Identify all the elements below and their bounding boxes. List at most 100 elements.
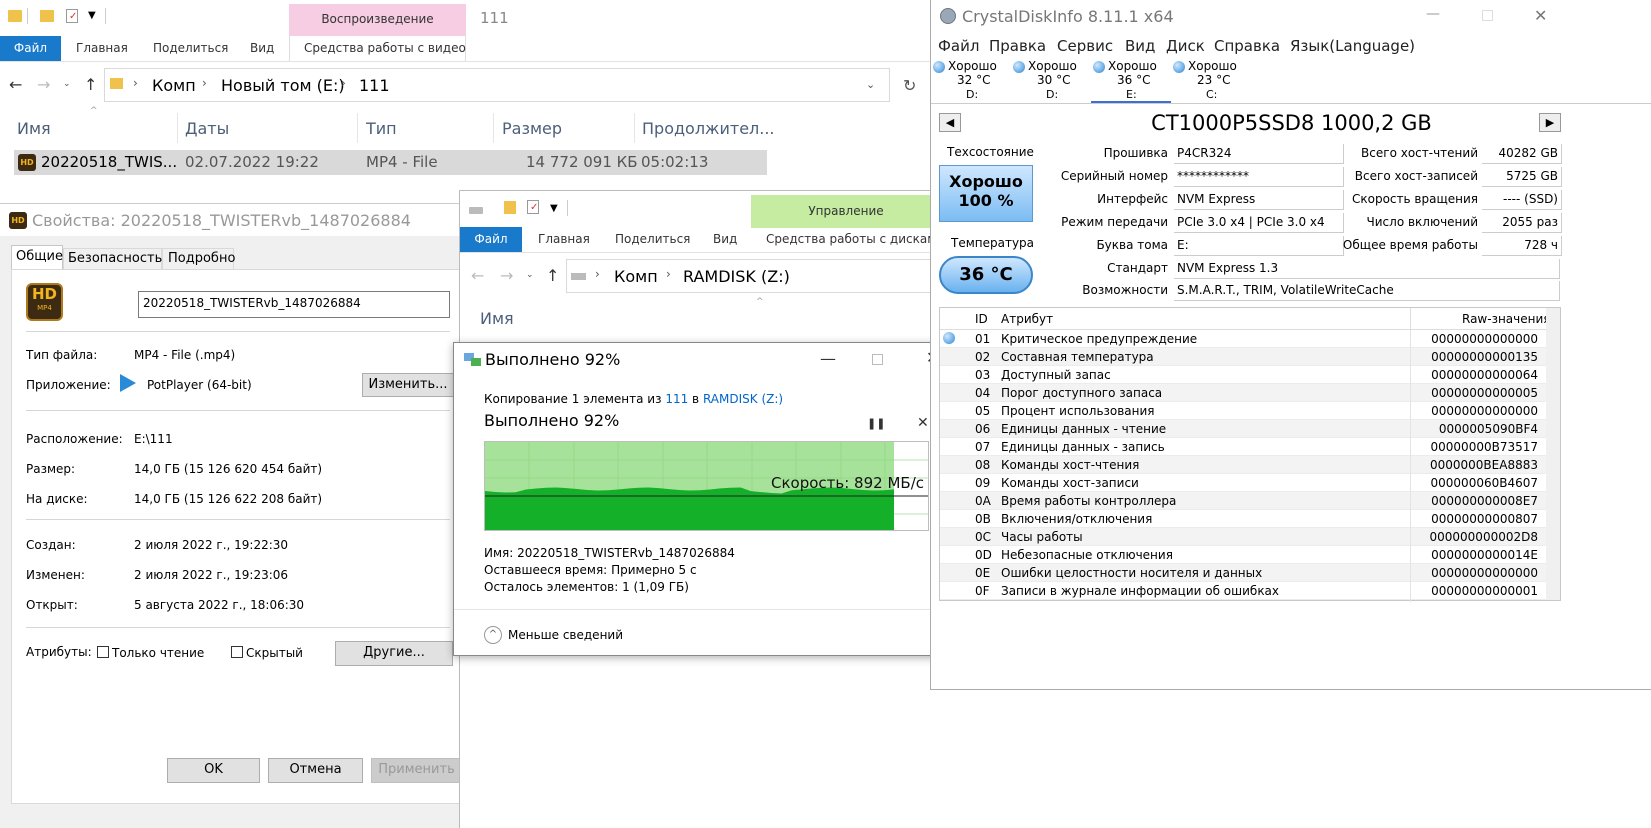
ribbon-tab-home[interactable]: Главная	[538, 232, 590, 246]
breadcrumb-volume-e[interactable]: Новый том (E:)	[221, 76, 345, 95]
column-header-name[interactable]: Имя	[17, 119, 51, 138]
change-app-button[interactable]: Изменить...	[362, 373, 454, 397]
folder-icon[interactable]	[504, 201, 516, 214]
other-attributes-button[interactable]: Другие...	[335, 641, 453, 666]
next-disk-arrow-icon[interactable]: ▶	[1539, 113, 1561, 132]
smart-row[interactable]: 02 Составная температура 00000000000135	[940, 348, 1546, 366]
smart-row[interactable]: 0B Включения/отключения 00000000000807	[940, 510, 1546, 528]
breadcrumb-comp[interactable]: Комп	[614, 267, 658, 286]
address-dropdown-icon[interactable]: ⌄	[866, 78, 875, 91]
status-good-orb-icon	[1173, 61, 1185, 73]
header-attribute[interactable]: Атрибут	[1001, 312, 1053, 326]
drive-letter: E:	[1126, 88, 1137, 101]
smart-row[interactable]: 04 Порог доступного запаса 00000000000005	[940, 384, 1546, 402]
column-header-type[interactable]: Тип	[366, 119, 397, 138]
breadcrumb-folder-111[interactable]: 111	[359, 76, 390, 95]
tab-general-label: Общие	[16, 249, 63, 264]
created-value: 2 июля 2022 г., 19:22:30	[134, 538, 289, 552]
source-folder-link[interactable]: 111	[665, 392, 688, 406]
hidden-checkbox[interactable]: Скрытый	[231, 646, 303, 660]
minimize-icon[interactable]: —	[820, 349, 836, 368]
properties-icon[interactable]: ✓	[66, 9, 78, 23]
column-header-size[interactable]: Размер	[502, 119, 562, 138]
recent-locations-chevron-icon[interactable]: ⌄	[526, 270, 534, 280]
column-header-date[interactable]: Даты	[185, 119, 229, 138]
smart-row[interactable]: 08 Команды хост-чтения 0000000BEA8883	[940, 456, 1546, 474]
back-arrow-icon[interactable]: ←	[471, 266, 484, 285]
tab-security-label: Безопасность	[68, 251, 163, 266]
drive-tab-4[interactable]: Хорошо 23 °C C:	[1171, 59, 1251, 103]
breadcrumb-ramdisk[interactable]: RAMDISK (Z:)	[683, 267, 790, 286]
forward-arrow-icon[interactable]: →	[500, 266, 513, 285]
menu-view[interactable]: Вид	[1125, 37, 1155, 55]
ribbon-tab-share[interactable]: Поделиться	[615, 232, 690, 246]
header-raw[interactable]: Raw-значения	[1462, 312, 1551, 326]
checkbox-box[interactable]	[97, 646, 109, 658]
readonly-checkbox[interactable]: Только чтение	[97, 646, 204, 660]
smart-row[interactable]: 0D Небезопасные отключения 0000000000014E	[940, 546, 1546, 564]
header-id[interactable]: ID	[975, 312, 988, 326]
forward-arrow-icon[interactable]: →	[37, 75, 50, 94]
maximize-icon[interactable]	[872, 354, 883, 365]
refresh-icon[interactable]: ↻	[903, 76, 916, 95]
temperature-label: Температура	[951, 236, 1035, 250]
smart-row[interactable]: 03 Доступный запас 00000000000064	[940, 366, 1546, 384]
ribbon-tab-home[interactable]: Главная	[76, 41, 128, 55]
back-arrow-icon[interactable]: ←	[9, 75, 22, 94]
file-row[interactable]: HD 20220518_TWIS... 02.07.2022 19:22 MP4…	[14, 150, 767, 175]
cancel-button[interactable]: Отмена	[268, 758, 363, 783]
up-arrow-icon[interactable]: ↑	[546, 266, 559, 285]
ribbon-tab-view[interactable]: Вид	[250, 41, 274, 55]
ribbon-tab-view[interactable]: Вид	[713, 232, 737, 246]
fewer-details-button[interactable]: Меньше сведений	[508, 628, 623, 642]
smart-attribute: Процент использования	[1001, 404, 1155, 418]
smart-raw-value: 00000000000807	[1431, 512, 1538, 526]
smart-row[interactable]: 0E Ошибки целостности носителя и данных 00…	[940, 564, 1546, 582]
apply-button[interactable]: Применить	[371, 758, 462, 783]
breadcrumb-chevron-icon: ›	[133, 76, 138, 90]
minimize-icon[interactable]: —	[1426, 6, 1440, 22]
menu-service[interactable]: Сервис	[1057, 37, 1113, 55]
menu-file[interactable]: Файл	[938, 37, 979, 55]
smart-row[interactable]: 09 Команды хост-записи 000000060B4607	[940, 474, 1546, 492]
properties-icon[interactable]: ✓	[527, 200, 539, 214]
menu-edit[interactable]: Правка	[989, 37, 1046, 55]
drive-tab-1[interactable]: Хорошо 32 °C D:	[931, 59, 1011, 103]
checkbox-box[interactable]	[231, 646, 243, 658]
ribbon-tab-disk-tools[interactable]: Средства работы с дисками	[766, 232, 932, 246]
menu-language[interactable]: Язык(Language)	[1290, 37, 1415, 55]
menu-help[interactable]: Справка	[1214, 37, 1280, 55]
column-header-name[interactable]: Имя	[480, 309, 514, 328]
column-header-duration[interactable]: Продолжител...	[642, 119, 775, 138]
ribbon-tab-video-tools[interactable]: Средства работы с видео	[304, 41, 466, 55]
folder-icon[interactable]	[8, 10, 22, 22]
ribbon-file-label: Файл	[13, 41, 48, 55]
drive-tab-2[interactable]: Хорошо 30 °C D:	[1011, 59, 1091, 103]
smart-row[interactable]: 0F Записи в журнале информации об ошибках…	[940, 582, 1546, 600]
ok-button[interactable]: OK	[167, 758, 260, 783]
customize-toolbar-icon[interactable]: ▼	[550, 203, 558, 214]
smart-row[interactable]: 05 Процент использования 00000000000000	[940, 402, 1546, 420]
up-arrow-icon[interactable]: ↑	[84, 75, 97, 94]
menu-disk[interactable]: Диск	[1166, 37, 1205, 55]
close-icon[interactable]: ✕	[1534, 6, 1547, 25]
smart-row[interactable]: 01 Критическое предупреждение 000000000000…	[940, 330, 1546, 348]
smart-row[interactable]: 07 Единицы данных - запись 00000000B73517	[940, 438, 1546, 456]
ribbon-tab-share[interactable]: Поделиться	[153, 41, 228, 55]
collapse-chevron-icon[interactable]: ^	[484, 626, 502, 644]
scrollbar[interactable]	[1546, 308, 1560, 600]
drive-status: Хорошо	[1108, 59, 1157, 73]
recent-locations-chevron-icon[interactable]: ⌄	[63, 79, 71, 89]
breadcrumb-comp[interactable]: Комп	[152, 76, 196, 95]
maximize-icon[interactable]	[1482, 10, 1493, 21]
folder-icon[interactable]	[40, 10, 54, 22]
smart-row[interactable]: 06 Единицы данных - чтение 0000005090BF4	[940, 420, 1546, 438]
pause-icon[interactable]: ❚❚	[867, 417, 885, 430]
customize-toolbar-icon[interactable]: ▼	[88, 10, 96, 21]
drive-tab-3-selected[interactable]: Хорошо 36 °C E:	[1091, 59, 1171, 103]
drive-icon[interactable]	[469, 207, 483, 214]
smart-row[interactable]: 0A Время работы контроллера 000000000008E7	[940, 492, 1546, 510]
destination-link[interactable]: RAMDISK (Z:)	[703, 392, 783, 406]
cancel-copy-icon[interactable]: ✕	[917, 415, 929, 431]
smart-row[interactable]: 0C Часы работы 000000000002D8	[940, 528, 1546, 546]
